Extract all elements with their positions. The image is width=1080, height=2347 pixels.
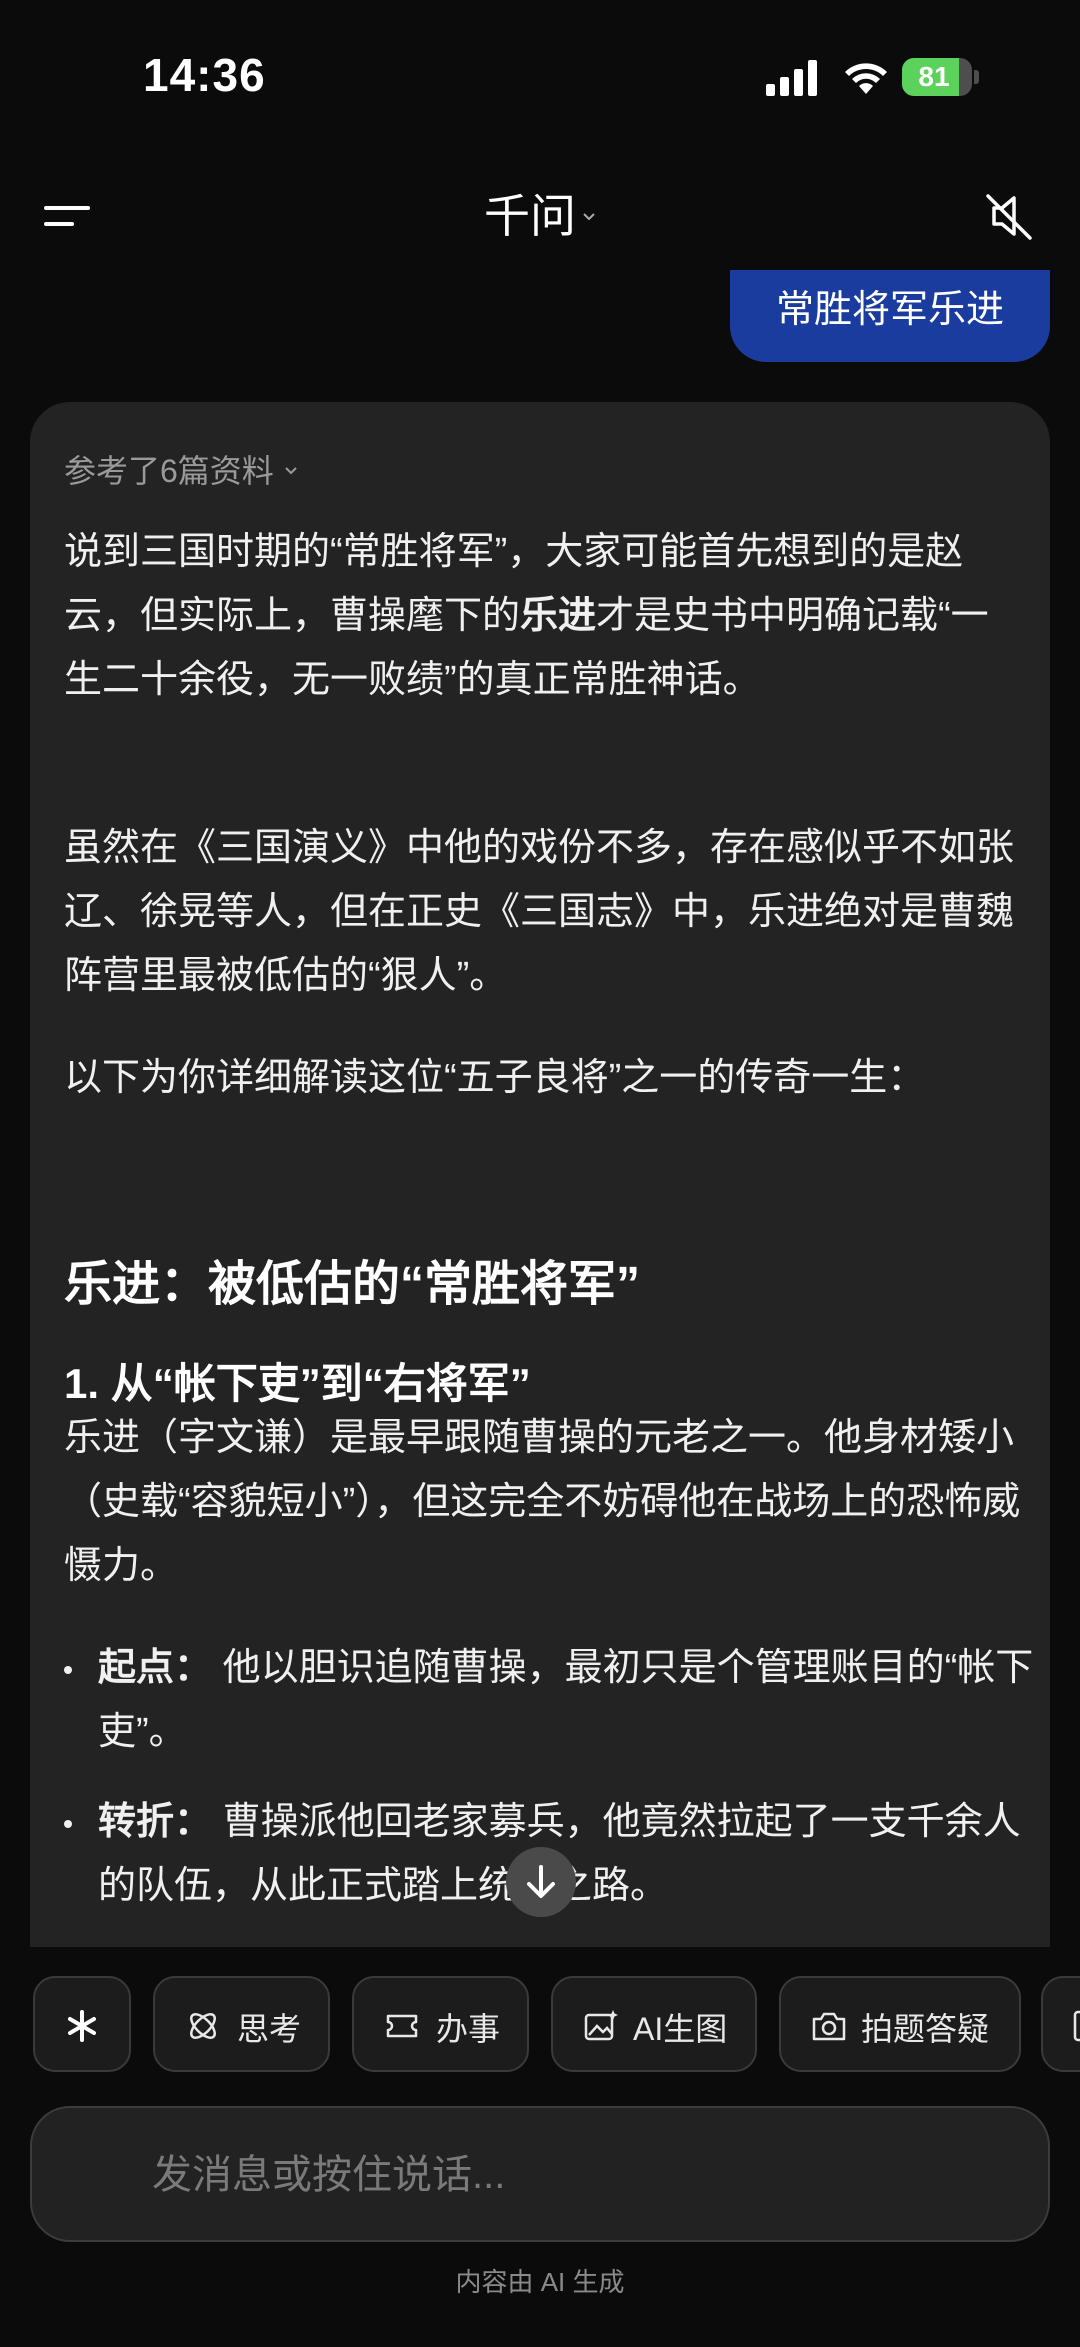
user-message-bubble[interactable]: 常胜将军乐进 xyxy=(730,270,1050,362)
battery-icon: 81 xyxy=(902,58,980,96)
answer-paragraph-2: 虽然在《三国演义》中他的戏份不多，存在感似乎不如张辽、徐晃等人，但在正史《三国志… xyxy=(64,827,1015,997)
menu-icon[interactable] xyxy=(40,190,100,240)
chevron-down-icon xyxy=(583,213,595,221)
cellular-signal-icon xyxy=(766,60,817,96)
references-label: 参考了6篇资料 xyxy=(64,453,274,489)
answer-paragraph-3: 以下为你详细解读这位“五子良将”之一的传奇一生： xyxy=(64,1057,926,1099)
ticket-icon xyxy=(386,2014,418,2038)
answer-paragraph-4: 乐进（字文谦）是最早跟随曹操的元老之一。他身材矮小（史载“容貌短小”），但这完全… xyxy=(64,1417,1021,1587)
chip-think[interactable]: 思考 xyxy=(153,1976,330,2072)
chip-photo-question[interactable]: 拍题答疑 xyxy=(779,1976,1021,2072)
message-input-box[interactable] xyxy=(30,2106,1050,2242)
chip-ai-image[interactable]: AI生图 xyxy=(551,1976,757,2072)
app-header: 千问 xyxy=(0,150,1080,280)
status-time: 14:36 xyxy=(143,49,266,101)
camera-icon xyxy=(812,2012,846,2041)
chip-task[interactable]: 办事 xyxy=(352,1976,529,2072)
chip-more[interactable] xyxy=(1041,1976,1080,2072)
scroll-to-bottom-button[interactable] xyxy=(506,1847,576,1917)
subsection-heading: 1. 从“帐下吏”到“右将军” xyxy=(64,1360,531,1407)
user-message-text: 常胜将军乐进 xyxy=(775,289,1004,331)
references-toggle[interactable]: 参考了6篇资料 xyxy=(64,446,298,492)
model-switcher[interactable]: 千问 xyxy=(440,180,640,250)
battery-percent: 81 xyxy=(918,61,950,92)
answer-card: 参考了6篇资料 说到三国时期的“常胜将军”，大家可能首先想到的是赵云，但实际上，… xyxy=(30,402,1050,1947)
answer-paragraph-1: 说到三国时期的“常胜将军”，大家可能首先想到的是赵云，但实际上，曹操麾下的乐进才… xyxy=(64,531,989,701)
chevron-down-icon xyxy=(285,467,297,475)
wifi-icon xyxy=(845,63,887,94)
status-bar: 14:36 81 xyxy=(0,0,1080,150)
document-icon xyxy=(1073,2010,1080,2042)
page-title: 千问 xyxy=(484,190,576,242)
ai-disclaimer: 内容由 AI 生成 xyxy=(455,2267,625,2297)
quick-action-bar: 思考 办事 AI生图 拍题答疑 xyxy=(0,1976,1080,2076)
agent-mode-button[interactable] xyxy=(33,1976,131,2072)
arrow-down-icon xyxy=(527,1865,555,1898)
bold-name: 乐进 xyxy=(520,595,597,637)
image-sparkle-icon xyxy=(584,2010,618,2041)
message-input[interactable] xyxy=(150,2142,1014,2208)
speaker-muted-icon[interactable] xyxy=(980,188,1036,244)
atom-icon xyxy=(190,2013,216,2039)
section-heading: 乐进：被低估的“常胜将军” xyxy=(64,1258,641,1311)
list-item: 起点： 他以胆识追随曹操，最初只是个管理账目的“帐下吏”。 xyxy=(64,1636,1033,1766)
asterisk-icon xyxy=(68,2010,96,2042)
